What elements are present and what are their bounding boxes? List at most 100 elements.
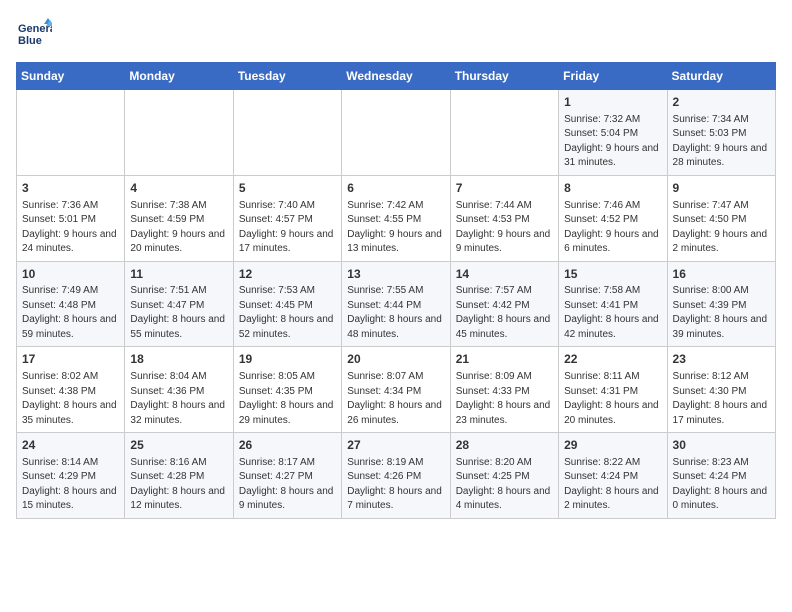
day-number: 1 bbox=[564, 94, 661, 111]
calendar-cell: 12Sunrise: 7:53 AM Sunset: 4:45 PM Dayli… bbox=[233, 261, 341, 347]
logo-icon: General Blue bbox=[16, 16, 52, 52]
day-number: 18 bbox=[130, 351, 227, 368]
calendar-cell: 7 Sunrise: 7:44 AM Sunset: 4:53 PM Daylig… bbox=[450, 175, 558, 261]
calendar-cell: 24 Sunrise: 8:14 AM Sunset: 4:29 PM Dayli… bbox=[17, 433, 125, 519]
day-info: Sunrise: 7:36 AM Sunset: 5:01 PM Dayligh… bbox=[22, 199, 119, 257]
calendar-cell: 6 Sunrise: 7:42 AM Sunset: 4:55 PM Daylig… bbox=[342, 175, 450, 261]
day-info: Sunrise: 7:58 AM Sunset: 4:41 PM Dayligh… bbox=[564, 284, 661, 342]
weekday-header-sunday: Sunday bbox=[17, 63, 125, 90]
calendar-cell: 21 Sunrise: 8:09 AM Sunset: 4:33 PM Dayli… bbox=[450, 347, 558, 433]
calendar-cell: 30 Sunrise: 8:23 AM Sunset: 4:24 PM Dayli… bbox=[667, 433, 775, 519]
calendar-cell: 11Sunrise: 7:51 AM Sunset: 4:47 PM Dayli… bbox=[125, 261, 233, 347]
calendar-cell: 8 Sunrise: 7:46 AM Sunset: 4:52 PM Daylig… bbox=[559, 175, 667, 261]
calendar-cell bbox=[233, 90, 341, 176]
day-info: Sunrise: 7:49 AM Sunset: 4:48 PM Dayligh… bbox=[22, 284, 119, 342]
calendar-cell: 18 Sunrise: 8:04 AM Sunset: 4:36 PM Dayli… bbox=[125, 347, 233, 433]
calendar-cell: 2 Sunrise: 7:34 AM Sunset: 5:03 PM Daylig… bbox=[667, 90, 775, 176]
day-number: 23 bbox=[673, 351, 770, 368]
day-info: Sunrise: 7:44 AM Sunset: 4:53 PM Dayligh… bbox=[456, 199, 553, 257]
weekday-header-wednesday: Wednesday bbox=[342, 63, 450, 90]
day-number: 12 bbox=[239, 266, 336, 283]
day-number: 30 bbox=[673, 437, 770, 454]
day-number: 25 bbox=[130, 437, 227, 454]
calendar-cell: 22 Sunrise: 8:11 AM Sunset: 4:31 PM Dayli… bbox=[559, 347, 667, 433]
day-number: 6 bbox=[347, 180, 444, 197]
day-number: 28 bbox=[456, 437, 553, 454]
day-number: 8 bbox=[564, 180, 661, 197]
calendar-cell: 23 Sunrise: 8:12 AM Sunset: 4:30 PM Dayli… bbox=[667, 347, 775, 433]
day-number: 7 bbox=[456, 180, 553, 197]
day-info: Sunrise: 8:02 AM Sunset: 4:38 PM Dayligh… bbox=[22, 370, 119, 428]
day-number: 22 bbox=[564, 351, 661, 368]
calendar-cell: 29 Sunrise: 8:22 AM Sunset: 4:24 PM Dayli… bbox=[559, 433, 667, 519]
calendar-cell: 9 Sunrise: 7:47 AM Sunset: 4:50 PM Daylig… bbox=[667, 175, 775, 261]
day-number: 2 bbox=[673, 94, 770, 111]
day-info: Sunrise: 8:20 AM Sunset: 4:25 PM Dayligh… bbox=[456, 456, 553, 514]
day-number: 10 bbox=[22, 266, 119, 283]
day-number: 26 bbox=[239, 437, 336, 454]
calendar-cell bbox=[450, 90, 558, 176]
day-info: Sunrise: 8:00 AM Sunset: 4:39 PM Dayligh… bbox=[673, 284, 770, 342]
day-info: Sunrise: 7:38 AM Sunset: 4:59 PM Dayligh… bbox=[130, 199, 227, 257]
calendar-cell bbox=[125, 90, 233, 176]
calendar-cell: 10Sunrise: 7:49 AM Sunset: 4:48 PM Dayli… bbox=[17, 261, 125, 347]
day-info: Sunrise: 8:14 AM Sunset: 4:29 PM Dayligh… bbox=[22, 456, 119, 514]
day-number: 3 bbox=[22, 180, 119, 197]
day-info: Sunrise: 8:12 AM Sunset: 4:30 PM Dayligh… bbox=[673, 370, 770, 428]
day-info: Sunrise: 8:09 AM Sunset: 4:33 PM Dayligh… bbox=[456, 370, 553, 428]
day-number: 24 bbox=[22, 437, 119, 454]
day-number: 27 bbox=[347, 437, 444, 454]
day-info: Sunrise: 8:22 AM Sunset: 4:24 PM Dayligh… bbox=[564, 456, 661, 514]
calendar-cell: 27 Sunrise: 8:19 AM Sunset: 4:26 PM Dayli… bbox=[342, 433, 450, 519]
calendar-cell: 19Sunrise: 8:05 AM Sunset: 4:35 PM Dayli… bbox=[233, 347, 341, 433]
weekday-header-thursday: Thursday bbox=[450, 63, 558, 90]
calendar-cell: 16Sunrise: 8:00 AM Sunset: 4:39 PM Dayli… bbox=[667, 261, 775, 347]
calendar-cell: 13Sunrise: 7:55 AM Sunset: 4:44 PM Dayli… bbox=[342, 261, 450, 347]
calendar-cell: 14Sunrise: 7:57 AM Sunset: 4:42 PM Dayli… bbox=[450, 261, 558, 347]
day-number: 13 bbox=[347, 266, 444, 283]
calendar-cell bbox=[342, 90, 450, 176]
day-info: Sunrise: 7:34 AM Sunset: 5:03 PM Dayligh… bbox=[673, 113, 770, 171]
day-info: Sunrise: 7:47 AM Sunset: 4:50 PM Dayligh… bbox=[673, 199, 770, 257]
day-info: Sunrise: 7:55 AM Sunset: 4:44 PM Dayligh… bbox=[347, 284, 444, 342]
day-number: 19 bbox=[239, 351, 336, 368]
day-info: Sunrise: 7:51 AM Sunset: 4:47 PM Dayligh… bbox=[130, 284, 227, 342]
day-info: Sunrise: 8:19 AM Sunset: 4:26 PM Dayligh… bbox=[347, 456, 444, 514]
day-number: 20 bbox=[347, 351, 444, 368]
svg-text:Blue: Blue bbox=[18, 35, 42, 47]
day-number: 5 bbox=[239, 180, 336, 197]
day-number: 29 bbox=[564, 437, 661, 454]
weekday-header-monday: Monday bbox=[125, 63, 233, 90]
day-number: 15 bbox=[564, 266, 661, 283]
day-info: Sunrise: 7:46 AM Sunset: 4:52 PM Dayligh… bbox=[564, 199, 661, 257]
day-info: Sunrise: 7:53 AM Sunset: 4:45 PM Dayligh… bbox=[239, 284, 336, 342]
calendar-cell: 25 Sunrise: 8:16 AM Sunset: 4:28 PM Dayli… bbox=[125, 433, 233, 519]
day-info: Sunrise: 7:32 AM Sunset: 5:04 PM Dayligh… bbox=[564, 113, 661, 171]
calendar-cell: 20 Sunrise: 8:07 AM Sunset: 4:34 PM Dayli… bbox=[342, 347, 450, 433]
weekday-header-tuesday: Tuesday bbox=[233, 63, 341, 90]
day-info: Sunrise: 8:16 AM Sunset: 4:28 PM Dayligh… bbox=[130, 456, 227, 514]
weekday-header-saturday: Saturday bbox=[667, 63, 775, 90]
day-info: Sunrise: 8:07 AM Sunset: 4:34 PM Dayligh… bbox=[347, 370, 444, 428]
day-info: Sunrise: 8:11 AM Sunset: 4:31 PM Dayligh… bbox=[564, 370, 661, 428]
day-info: Sunrise: 8:04 AM Sunset: 4:36 PM Dayligh… bbox=[130, 370, 227, 428]
calendar-cell: 4 Sunrise: 7:38 AM Sunset: 4:59 PM Daylig… bbox=[125, 175, 233, 261]
calendar-table: SundayMondayTuesdayWednesdayThursdayFrid… bbox=[16, 62, 776, 519]
day-info: Sunrise: 7:42 AM Sunset: 4:55 PM Dayligh… bbox=[347, 199, 444, 257]
day-number: 16 bbox=[673, 266, 770, 283]
logo: General Blue bbox=[16, 16, 56, 52]
calendar-cell: 17Sunrise: 8:02 AM Sunset: 4:38 PM Dayli… bbox=[17, 347, 125, 433]
day-number: 9 bbox=[673, 180, 770, 197]
day-info: Sunrise: 8:17 AM Sunset: 4:27 PM Dayligh… bbox=[239, 456, 336, 514]
day-number: 4 bbox=[130, 180, 227, 197]
calendar-cell: 1 Sunrise: 7:32 AM Sunset: 5:04 PM Daylig… bbox=[559, 90, 667, 176]
calendar-cell: 3 Sunrise: 7:36 AM Sunset: 5:01 PM Daylig… bbox=[17, 175, 125, 261]
day-number: 14 bbox=[456, 266, 553, 283]
weekday-header-friday: Friday bbox=[559, 63, 667, 90]
calendar-cell: 28 Sunrise: 8:20 AM Sunset: 4:25 PM Dayli… bbox=[450, 433, 558, 519]
calendar-cell: 26 Sunrise: 8:17 AM Sunset: 4:27 PM Dayli… bbox=[233, 433, 341, 519]
day-number: 21 bbox=[456, 351, 553, 368]
calendar-cell: 5Sunrise: 7:40 AM Sunset: 4:57 PM Daylig… bbox=[233, 175, 341, 261]
calendar-cell: 15Sunrise: 7:58 AM Sunset: 4:41 PM Dayli… bbox=[559, 261, 667, 347]
day-info: Sunrise: 8:23 AM Sunset: 4:24 PM Dayligh… bbox=[673, 456, 770, 514]
